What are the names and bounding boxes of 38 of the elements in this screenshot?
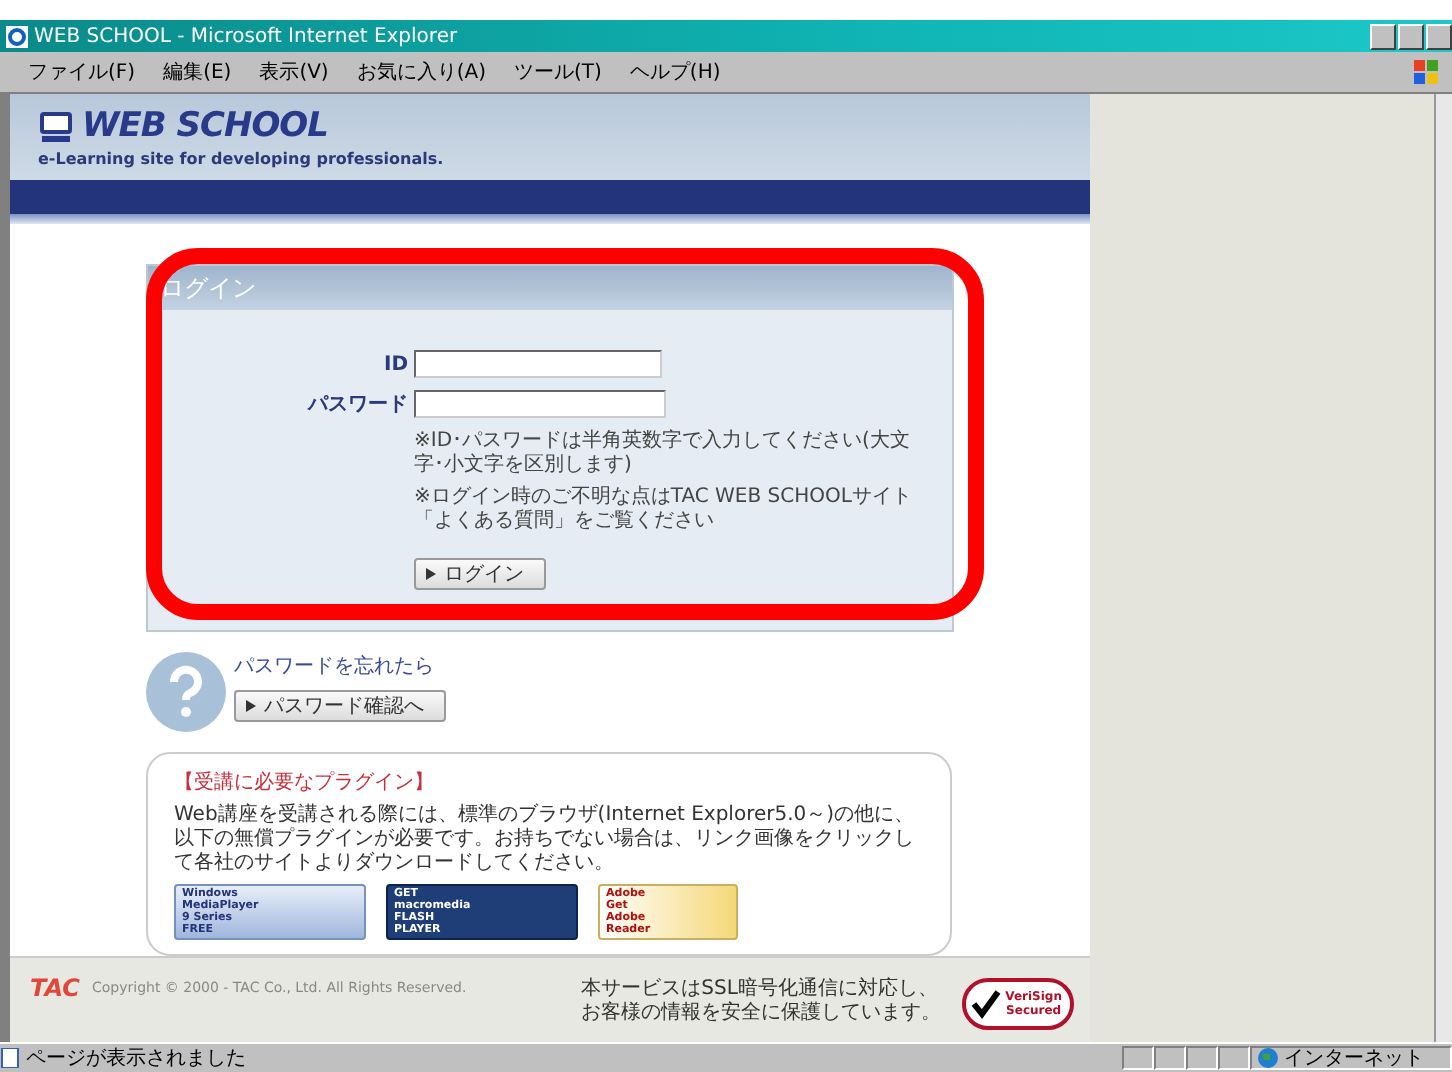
status-panel (1154, 1046, 1186, 1070)
status-panel (1122, 1046, 1154, 1070)
field-label: ID (381, 353, 408, 376)
globe-icon (1258, 1048, 1278, 1068)
plugin-heading: 【受講に必要なプラグイン】 (174, 769, 436, 797)
monitor-icon (38, 110, 74, 143)
menu-item[interactable]: ツール(T) (514, 58, 602, 86)
site-logo: WEB SCHOOL (82, 106, 328, 147)
password-check-button[interactable]: パスワード確認へ (234, 690, 446, 723)
minimize-button[interactable] (1370, 23, 1396, 49)
ssl-notice: 本サービスはSSL暗号化通信に対応し、 (581, 978, 940, 1001)
menu-item[interactable]: ファイル(F) (28, 58, 136, 86)
menu-item[interactable]: 表示(V) (259, 58, 329, 86)
id-field[interactable] (414, 350, 662, 379)
plugin-description: Web講座を受講される際には、標準のブラウザ(Internet Explorer5.0～)の他に、以下の無償プラグインが必要です。お持ちでない場合は、リンク画像をクリックして各社のサイトよりダウンロードしてください。 (174, 804, 917, 877)
status-panel (1186, 1046, 1218, 1070)
login-button[interactable]: ログイン (414, 558, 546, 591)
menu-item[interactable]: 編集(E) (163, 58, 232, 86)
play-icon (426, 568, 436, 581)
menu-item[interactable]: ヘルプ(H) (629, 58, 721, 86)
forgot-password-link[interactable]: パスワードを忘れたら (234, 652, 434, 681)
ssl-notice: お客様の情報を安全に保護しています。 (581, 1002, 942, 1027)
password-field[interactable] (414, 390, 666, 419)
note-text: ※ログイン時のご不明な点はTAC WEB SCHOOLサイト「よくある質問」をご覧ください (414, 486, 914, 535)
status-text: ページが表示されました (24, 1045, 246, 1072)
footer-logo: TAC (30, 974, 80, 1003)
restore-button[interactable] (1398, 23, 1424, 49)
field-label: パスワード (305, 392, 408, 419)
question-icon (146, 652, 226, 733)
site-tagline: e-Learning site for developing professionals. (38, 150, 446, 169)
menu-item[interactable]: お気に入り(A) (356, 58, 486, 86)
zone-text: インターネット (1284, 1046, 1424, 1072)
browser-icon (6, 25, 28, 47)
close-button[interactable] (1426, 23, 1452, 49)
play-icon (246, 700, 256, 713)
note-text: ※ID･パスワードは半角英数字で入力してください(大文字･小文字を区別します) (414, 430, 912, 479)
window-title: WEB SCHOOL - Microsoft Internet Explorer (34, 25, 458, 47)
flag-icon (1412, 58, 1440, 86)
